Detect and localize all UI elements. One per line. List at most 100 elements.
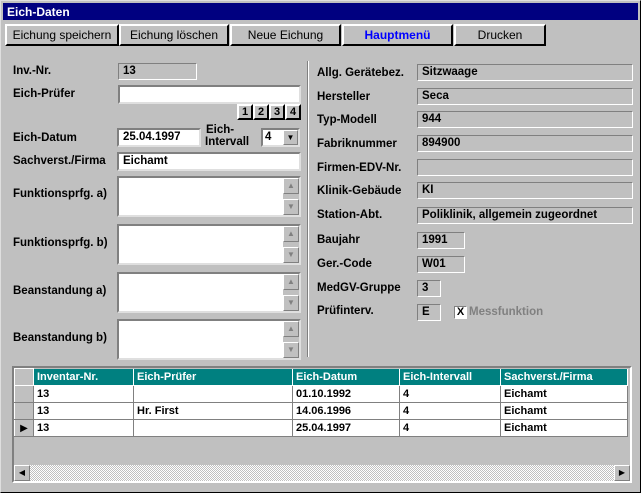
cell-sachverst[interactable]: Eichamt [500, 402, 628, 420]
hersteller-field: Seca [417, 88, 633, 105]
col-header-inventar[interactable]: Inventar-Nr. [33, 368, 134, 386]
eich-intervall-label-2: Intervall [205, 136, 250, 148]
sachverst-label: Sachverst./Firma [13, 155, 106, 167]
print-button[interactable]: Drucken [454, 24, 546, 46]
beanstandung-a-textarea[interactable]: ▲ ▼ [117, 272, 301, 313]
fabriknummer-field: 894900 [417, 135, 633, 152]
vertical-scrollbar[interactable]: ▲ ▼ [283, 226, 299, 263]
vertical-scrollbar[interactable]: ▲ ▼ [283, 274, 299, 311]
funktionsprfg-a-label: Funktionsprfg. a) [13, 188, 107, 200]
medgv-gruppe-label: MedGV-Gruppe [317, 282, 401, 294]
pruefinterv-field: E [417, 304, 441, 321]
funktionsprfg-b-textarea[interactable]: ▲ ▼ [117, 224, 301, 265]
current-row-arrow-icon[interactable]: ▶ [14, 419, 34, 437]
inv-nr-label: Inv.-Nr. [13, 65, 52, 77]
cell-sachverst[interactable]: Eichamt [500, 419, 628, 437]
col-header-sachverst[interactable]: Sachverst./Firma [500, 368, 628, 386]
scroll-up-icon[interactable]: ▲ [283, 178, 299, 194]
calibration-history-grid[interactable]: Inventar-Nr. Eich-Prüfer Eich-Datum Eich… [12, 366, 632, 483]
fabriknummer-label: Fabriknummer [317, 138, 397, 150]
firmen-edv-field [417, 159, 633, 176]
scroll-down-icon[interactable]: ▼ [283, 295, 299, 311]
cell-intervall[interactable]: 4 [399, 402, 501, 420]
scroll-up-icon[interactable]: ▲ [283, 274, 299, 290]
column-divider [307, 61, 309, 357]
beanstandung-b-textarea[interactable]: ▲ ▼ [117, 319, 301, 360]
row-selector-header[interactable] [14, 368, 34, 386]
vertical-scrollbar[interactable]: ▲ ▼ [283, 321, 299, 358]
geraetebez-field: Sitzwaage [417, 64, 633, 81]
cell-inventar[interactable]: 13 [33, 402, 134, 420]
messfunktion-checkbox[interactable]: X [454, 306, 467, 319]
num-button-3[interactable]: 3 [269, 104, 285, 120]
scroll-up-icon[interactable]: ▲ [283, 321, 299, 337]
cell-datum[interactable]: 14.06.1996 [292, 402, 400, 420]
grid-table: Inventar-Nr. Eich-Prüfer Eich-Datum Eich… [14, 368, 628, 437]
eich-pruefer-input[interactable] [118, 85, 301, 104]
station-abt-field: Poliklinik, allgemein zugeordnet [417, 207, 633, 224]
eich-pruefer-label: Eich-Prüfer [13, 88, 75, 100]
beanstandung-a-label: Beanstandung a) [13, 285, 107, 297]
table-row[interactable]: ▶ 13 25.04.1997 4 Eichamt [14, 419, 628, 437]
eich-daten-window: Eich-Daten Eichung speichern Eichung lös… [0, 0, 641, 493]
beanstandung-b-label: Beanstandung b) [13, 332, 107, 344]
delete-calibration-button[interactable]: Eichung löschen [119, 24, 229, 46]
new-calibration-button[interactable]: Neue Eichung [230, 24, 341, 46]
geraetebez-label: Allg. Gerätebez. [317, 67, 404, 79]
col-header-pruefer[interactable]: Eich-Prüfer [133, 368, 293, 386]
col-header-intervall[interactable]: Eich-Intervall [399, 368, 501, 386]
scroll-up-icon[interactable]: ▲ [283, 226, 299, 242]
cell-pruefer[interactable]: Hr. First [133, 402, 293, 420]
table-row[interactable]: 13 01.10.1992 4 Eichamt [14, 385, 628, 403]
title-bar[interactable]: Eich-Daten [3, 3, 638, 20]
row-selector[interactable] [14, 402, 34, 420]
grid-header-row: Inventar-Nr. Eich-Prüfer Eich-Datum Eich… [14, 368, 628, 386]
funktionsprfg-b-label: Funktionsprfg. b) [13, 237, 108, 249]
medgv-gruppe-field: 3 [417, 280, 441, 297]
chevron-down-icon[interactable]: ▼ [283, 130, 298, 145]
table-row[interactable]: 13 Hr. First 14.06.1996 4 Eichamt [14, 402, 628, 420]
col-header-datum[interactable]: Eich-Datum [292, 368, 400, 386]
cell-pruefer[interactable] [133, 385, 293, 403]
scroll-left-icon[interactable]: ◀ [14, 465, 30, 481]
cell-datum[interactable]: 25.04.1997 [292, 419, 400, 437]
funktionsprfg-a-textarea[interactable]: ▲ ▼ [117, 176, 301, 217]
eich-datum-label: Eich-Datum [13, 132, 77, 144]
num-button-4[interactable]: 4 [285, 104, 301, 120]
cell-intervall[interactable]: 4 [399, 419, 501, 437]
cell-pruefer[interactable] [133, 419, 293, 437]
eich-intervall-label-1: Eich- [206, 124, 235, 136]
messfunktion-label: Messfunktion [469, 306, 544, 318]
num-button-1[interactable]: 1 [237, 104, 253, 120]
typ-modell-label: Typ-Modell [317, 114, 377, 126]
cell-sachverst[interactable]: Eichamt [500, 385, 628, 403]
eich-intervall-select[interactable]: 4 ▼ [261, 128, 300, 147]
cell-intervall[interactable]: 4 [399, 385, 501, 403]
scroll-down-icon[interactable]: ▼ [283, 247, 299, 263]
window-title: Eich-Daten [7, 5, 70, 19]
klinik-gebaeude-field: KI [417, 182, 633, 199]
scrollbar-track[interactable] [30, 465, 614, 481]
cell-inventar[interactable]: 13 [33, 385, 134, 403]
scroll-right-icon[interactable]: ▶ [614, 465, 630, 481]
scroll-down-icon[interactable]: ▼ [283, 342, 299, 358]
hersteller-label: Hersteller [317, 91, 371, 103]
row-selector[interactable] [14, 385, 34, 403]
main-menu-button[interactable]: Hauptmenü [342, 24, 453, 46]
cell-datum[interactable]: 01.10.1992 [292, 385, 400, 403]
sachverst-input[interactable]: Eichamt [117, 152, 301, 171]
cell-inventar[interactable]: 13 [33, 419, 134, 437]
baujahr-label: Baujahr [317, 234, 360, 246]
horizontal-scrollbar[interactable]: ◀ ▶ [14, 465, 630, 481]
scroll-down-icon[interactable]: ▼ [283, 199, 299, 215]
station-abt-label: Station-Abt. [317, 209, 383, 221]
save-calibration-button[interactable]: Eichung speichern [5, 24, 119, 46]
vertical-scrollbar[interactable]: ▲ ▼ [283, 178, 299, 215]
eich-intervall-value: 4 [265, 131, 272, 143]
klinik-gebaeude-label: Klinik-Gebäude [317, 185, 402, 197]
pruefinterv-label: Prüfinterv. [317, 305, 374, 317]
inv-nr-field: 13 [118, 63, 197, 80]
eich-datum-input[interactable]: 25.04.1997 [117, 128, 201, 147]
num-button-2[interactable]: 2 [253, 104, 269, 120]
ger-code-field: W01 [417, 256, 465, 273]
